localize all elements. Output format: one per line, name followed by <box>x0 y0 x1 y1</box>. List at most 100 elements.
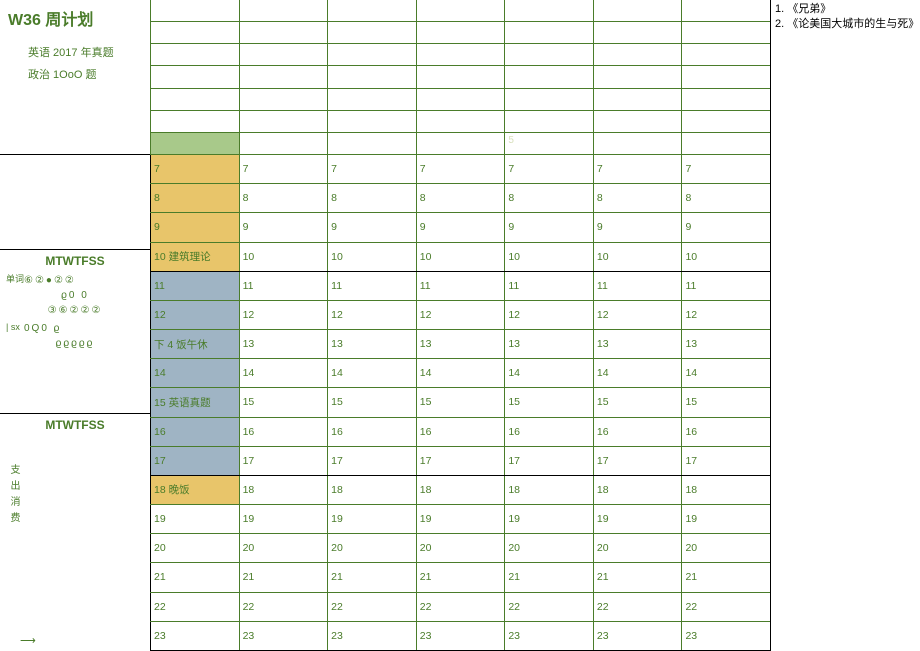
sched-cell[interactable]: 23 <box>239 622 328 650</box>
sched-cell[interactable]: 7 <box>327 155 416 183</box>
sched-cell[interactable]: 12 <box>593 301 682 329</box>
sched-cell[interactable]: 22 <box>504 593 593 621</box>
sched-cell[interactable]: 14 <box>593 359 682 387</box>
sched-cell[interactable]: 21 <box>681 563 770 591</box>
sched-cell[interactable]: 15 <box>239 388 328 416</box>
sched-cell[interactable]: 10 <box>593 243 682 271</box>
sched-cell[interactable]: 20 <box>327 534 416 562</box>
sched-cell[interactable]: 23 <box>593 622 682 650</box>
sched-cell[interactable]: 15 <box>327 388 416 416</box>
sched-cell[interactable]: 16 <box>593 418 682 446</box>
sched-cell[interactable]: 12 <box>150 301 239 329</box>
sched-cell[interactable]: 17 <box>504 447 593 475</box>
sched-cell[interactable]: 21 <box>416 563 505 591</box>
sched-cell[interactable]: 20 <box>681 534 770 562</box>
sched-cell[interactable]: 10 建筑理论 <box>150 243 239 271</box>
sched-cell[interactable]: 14 <box>416 359 505 387</box>
sched-cell[interactable]: 15 <box>504 388 593 416</box>
sched-cell[interactable]: 17 <box>681 447 770 475</box>
sched-cell[interactable]: 11 <box>150 272 239 300</box>
sched-cell[interactable]: 19 <box>593 505 682 533</box>
sched-cell[interactable]: 7 <box>150 155 239 183</box>
sched-cell[interactable]: 13 <box>416 330 505 358</box>
sched-cell[interactable]: 11 <box>504 272 593 300</box>
sched-cell[interactable]: 10 <box>239 243 328 271</box>
sched-cell[interactable]: 23 <box>150 622 239 650</box>
sched-cell[interactable]: 14 <box>681 359 770 387</box>
sched-cell[interactable]: 16 <box>416 418 505 446</box>
sched-cell[interactable]: 11 <box>239 272 328 300</box>
sched-cell[interactable]: 13 <box>239 330 328 358</box>
sched-cell[interactable]: 8 <box>681 184 770 212</box>
sched-cell[interactable]: 7 <box>239 155 328 183</box>
sched-cell[interactable]: 18 <box>239 476 328 504</box>
sched-cell[interactable]: 19 <box>327 505 416 533</box>
sched-cell[interactable]: 16 <box>239 418 328 446</box>
sched-cell[interactable]: 11 <box>681 272 770 300</box>
sched-cell[interactable]: 11 <box>593 272 682 300</box>
sched-cell[interactable]: 13 <box>327 330 416 358</box>
sched-cell[interactable]: 8 <box>239 184 328 212</box>
sched-cell[interactable]: 下 4 饭午休 <box>150 330 239 358</box>
sched-cell[interactable]: 22 <box>416 593 505 621</box>
sched-cell[interactable]: 20 <box>416 534 505 562</box>
sched-cell[interactable]: 11 <box>327 272 416 300</box>
sched-cell[interactable]: 17 <box>150 447 239 475</box>
sched-cell[interactable]: 22 <box>239 593 328 621</box>
sched-cell[interactable]: 21 <box>239 563 328 591</box>
sched-cell[interactable]: 12 <box>416 301 505 329</box>
sched-cell[interactable]: 18 <box>681 476 770 504</box>
sched-cell[interactable]: 19 <box>239 505 328 533</box>
sched-cell[interactable]: 23 <box>327 622 416 650</box>
sched-cell[interactable]: 12 <box>327 301 416 329</box>
sched-cell[interactable]: 23 <box>504 622 593 650</box>
sched-cell[interactable]: 14 <box>327 359 416 387</box>
sched-cell[interactable]: 8 <box>593 184 682 212</box>
sched-cell[interactable]: 8 <box>150 184 239 212</box>
sched-cell[interactable]: 8 <box>504 184 593 212</box>
sched-cell[interactable]: 19 <box>150 505 239 533</box>
sched-cell[interactable]: 9 <box>239 213 328 241</box>
sched-cell[interactable]: 17 <box>327 447 416 475</box>
sched-cell[interactable]: 14 <box>150 359 239 387</box>
sched-cell[interactable]: 12 <box>504 301 593 329</box>
sched-cell[interactable]: 9 <box>150 213 239 241</box>
sched-cell[interactable]: 19 <box>416 505 505 533</box>
sched-cell[interactable]: 15 <box>593 388 682 416</box>
sched-cell[interactable]: 17 <box>239 447 328 475</box>
sched-cell[interactable]: 20 <box>239 534 328 562</box>
sched-cell[interactable]: 22 <box>327 593 416 621</box>
sched-cell[interactable]: 7 <box>593 155 682 183</box>
sched-cell[interactable]: 10 <box>327 243 416 271</box>
sched-cell[interactable]: 15 <box>416 388 505 416</box>
sched-cell[interactable]: 9 <box>327 213 416 241</box>
sched-cell[interactable]: 14 <box>239 359 328 387</box>
sched-cell[interactable]: 23 <box>416 622 505 650</box>
sched-cell[interactable]: 10 <box>504 243 593 271</box>
sched-cell[interactable]: 9 <box>593 213 682 241</box>
sched-cell[interactable]: 19 <box>504 505 593 533</box>
sched-cell[interactable]: 22 <box>150 593 239 621</box>
sched-cell[interactable]: 13 <box>593 330 682 358</box>
sched-cell[interactable]: 8 <box>327 184 416 212</box>
sched-cell[interactable]: 7 <box>416 155 505 183</box>
sched-cell[interactable]: 7 <box>504 155 593 183</box>
sched-cell[interactable]: 9 <box>504 213 593 241</box>
sched-cell[interactable]: 22 <box>593 593 682 621</box>
sched-cell[interactable]: 11 <box>416 272 505 300</box>
sched-cell[interactable]: 14 <box>504 359 593 387</box>
sched-cell[interactable]: 12 <box>681 301 770 329</box>
sched-cell[interactable]: 22 <box>681 593 770 621</box>
sched-cell[interactable]: 23 <box>681 622 770 650</box>
sched-cell[interactable]: 18 <box>504 476 593 504</box>
sched-cell[interactable]: 19 <box>681 505 770 533</box>
sched-cell[interactable]: 13 <box>504 330 593 358</box>
sched-cell[interactable]: 10 <box>416 243 505 271</box>
sched-cell[interactable]: 12 <box>239 301 328 329</box>
sched-cell[interactable]: 17 <box>416 447 505 475</box>
sched-cell[interactable]: 16 <box>150 418 239 446</box>
sched-cell[interactable]: 8 <box>416 184 505 212</box>
sched-cell[interactable]: 16 <box>504 418 593 446</box>
sched-cell[interactable]: 7 <box>681 155 770 183</box>
sched-cell[interactable]: 13 <box>681 330 770 358</box>
